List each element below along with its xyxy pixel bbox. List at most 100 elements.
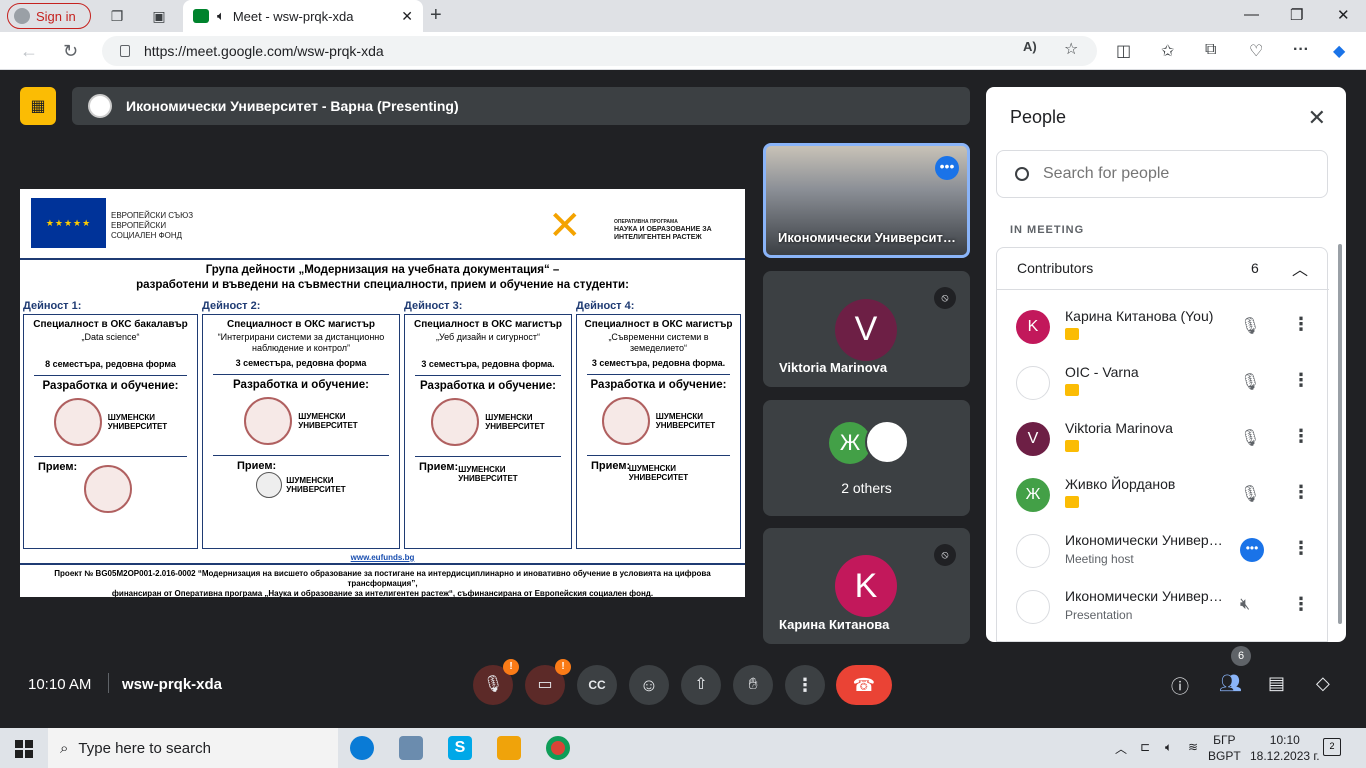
end-call-button[interactable]: ☎︎ xyxy=(836,665,892,705)
windows-start-icon[interactable] xyxy=(15,740,33,758)
speaking-dots-icon: ••• xyxy=(1240,538,1264,562)
presenting-badge-icon xyxy=(1065,440,1079,452)
more-vert-icon[interactable]: ⋮ xyxy=(1292,314,1310,335)
chevron-up-icon[interactable]: ︿ xyxy=(1115,740,1127,757)
split-screen-icon[interactable]: ◫ xyxy=(1116,41,1131,61)
meeting-info-icon[interactable]: ⓘ xyxy=(1171,673,1189,699)
people-search[interactable] xyxy=(996,150,1328,198)
avatar: K xyxy=(1016,310,1050,344)
language-indicator[interactable]: БГР BGPT xyxy=(1208,732,1241,764)
raise-hand-button[interactable]: ✋︎ xyxy=(733,665,773,705)
group-label[interactable]: Contributors xyxy=(1017,260,1093,276)
oic-logo-avatar xyxy=(1016,366,1050,400)
more-menu-icon[interactable]: ··· xyxy=(1293,41,1309,59)
workspaces-icon[interactable]: ❐ xyxy=(109,8,125,24)
volume-icon[interactable]: 🔈︎ xyxy=(1165,740,1172,755)
emoji-button[interactable]: ☺ xyxy=(629,665,669,705)
more-vert-icon[interactable]: ⋮ xyxy=(1292,482,1310,503)
participant-tile-karina[interactable]: ⦸ K Карина Китанова xyxy=(763,528,970,644)
system-clock[interactable]: 10:10 18.12.2023 г. xyxy=(1250,732,1320,764)
more-options-icon[interactable]: ••• xyxy=(935,156,959,180)
participant-row[interactable]: V Viktoria Marinova 🎙︎ ⋮ xyxy=(997,410,1329,466)
sign-in-button[interactable]: Sign in xyxy=(7,3,91,29)
presenting-indicator-icon[interactable]: ▦ xyxy=(20,87,56,125)
network-icon[interactable]: ⊏ xyxy=(1140,740,1150,754)
close-window-icon[interactable]: ✕ xyxy=(1337,6,1350,24)
school-seal-icon xyxy=(256,472,283,498)
meet-favicon-icon xyxy=(193,9,209,23)
shumen-text: УНИВЕРСИТЕТ xyxy=(107,422,168,431)
warning-icon: ! xyxy=(503,659,519,675)
copilot-icon[interactable]: ◆ xyxy=(1333,41,1345,61)
activity-box: Специалност в ОКС магистър „Уеб дизайн и… xyxy=(404,314,572,549)
mic-toggle-button[interactable]: 🎙︎! xyxy=(473,659,519,705)
mic-off-icon: 🎙︎ xyxy=(1240,318,1261,335)
participant-row[interactable]: OIC - Varna 🎙︎ ⋮ xyxy=(997,354,1329,410)
people-icon[interactable]: 👥︎ xyxy=(1219,673,1242,694)
activities-icon[interactable]: ◇ xyxy=(1316,673,1330,694)
activity-box: Специалност в ОКС магистър „Съвременни с… xyxy=(576,314,741,549)
browser-essentials-icon[interactable]: ♡ xyxy=(1249,41,1263,61)
restore-icon[interactable]: ❐ xyxy=(1290,6,1303,24)
favorite-star-icon[interactable]: ☆ xyxy=(1064,39,1078,59)
participant-row[interactable]: K Карина Китанова (You) 🎙︎ ⋮ xyxy=(997,298,1329,354)
chat-icon[interactable]: ▤ xyxy=(1268,673,1285,694)
shumen-logo: ШУМЕНСКИ УНИВЕРСИТЕТ xyxy=(629,464,688,482)
speaker-icon[interactable]: 🔈︎ xyxy=(217,8,225,24)
read-aloud-icon[interactable]: A) xyxy=(1023,39,1037,54)
mic-off-icon: ⦸ xyxy=(934,287,956,309)
close-tab-icon[interactable]: ✕ xyxy=(401,8,413,25)
people-panel: People ✕ IN MEETING Contributors 6 ︿ K К… xyxy=(986,87,1346,642)
chevron-up-icon[interactable]: ︿ xyxy=(1292,256,1308,280)
more-vert-icon[interactable]: ⋮ xyxy=(1292,426,1310,447)
wifi-icon[interactable]: ≋ xyxy=(1188,740,1198,754)
scrollbar[interactable] xyxy=(1338,244,1342,624)
chrome-icon[interactable] xyxy=(546,736,570,760)
university-seal-icon xyxy=(601,397,650,445)
participant-tile-room[interactable]: ••• Икономически Университет - Варна xyxy=(763,143,970,258)
favorites-icon[interactable]: ✩ xyxy=(1161,41,1174,61)
box-divider xyxy=(213,374,389,375)
collections-icon[interactable]: ⧉ xyxy=(1205,41,1216,59)
participant-row[interactable]: Ж Живко Йорданов 🎙︎ ⋮ xyxy=(997,466,1329,522)
participant-row[interactable]: Икономически Университет - Варна Present… xyxy=(997,578,1329,634)
new-tab-icon[interactable]: + xyxy=(430,4,442,27)
minimize-icon[interactable]: — xyxy=(1244,6,1259,23)
taskbar-search[interactable]: ⌕ Type here to search xyxy=(48,728,338,768)
lock-icon[interactable] xyxy=(120,45,130,57)
participant-tile-viktoria[interactable]: ⦸ V Viktoria Marinova xyxy=(763,271,970,387)
camera-toggle-button[interactable]: ▭! xyxy=(525,659,571,705)
captions-button[interactable]: CC xyxy=(577,665,617,705)
close-icon[interactable]: ✕ xyxy=(1308,105,1326,131)
search-input[interactable] xyxy=(1043,165,1303,183)
shumen-text: УНИВЕРСИТЕТ xyxy=(458,473,518,483)
tab-title: Meet - wsw-prqk-xda xyxy=(232,8,354,24)
url-text[interactable]: https://meet.google.com/wsw-prqk-xda xyxy=(144,43,384,59)
participant-row[interactable]: Икономически Университет - Варна Meeting… xyxy=(997,522,1329,578)
volume-off-icon[interactable]: 🔇︎ xyxy=(1240,596,1250,614)
notifications-icon[interactable]: 2 xyxy=(1323,738,1341,756)
more-vert-icon[interactable]: ⋮ xyxy=(1292,538,1310,559)
app-icon[interactable] xyxy=(399,736,423,760)
back-icon[interactable]: ← xyxy=(20,41,38,62)
more-vert-icon[interactable]: ⋮ xyxy=(1292,370,1310,391)
participant-role: Presentation xyxy=(1065,608,1133,622)
skype-icon[interactable]: S xyxy=(448,736,472,760)
edge-app-icon[interactable] xyxy=(350,736,374,760)
address-bar[interactable]: https://meet.google.com/wsw-prqk-xda xyxy=(102,36,1097,66)
present-screen-button[interactable]: ⇧ xyxy=(681,665,721,705)
refresh-icon[interactable]: ↻ xyxy=(63,41,78,62)
more-options-button[interactable]: ⋮ xyxy=(785,665,825,705)
shumen-text: ШУМЕНСКИ xyxy=(655,412,703,421)
footer-project-line: Проект № BG05M2OP001-2.016-0002 “Модерни… xyxy=(54,569,711,588)
tab-actions-icon[interactable]: ▣ xyxy=(151,8,167,24)
tab-meet[interactable]: 🔈︎ Meet - wsw-prqk-xda ✕ xyxy=(183,0,423,32)
tile-name: 2 others xyxy=(841,480,892,496)
more-vert-icon[interactable]: ⋮ xyxy=(1292,594,1310,615)
address-bar-row: ← ↻ https://meet.google.com/wsw-prqk-xda… xyxy=(0,32,1366,70)
activity-semesters: 3 семестъра, редовна форма. xyxy=(591,358,726,368)
outlook-icon[interactable] xyxy=(497,736,521,760)
participant-tile-others[interactable]: Ж 2 others xyxy=(763,400,970,516)
mic-off-icon: 🎙︎ xyxy=(1240,430,1261,447)
activity-box: Специалност в ОКС бакалавър „Data scienc… xyxy=(23,314,198,549)
